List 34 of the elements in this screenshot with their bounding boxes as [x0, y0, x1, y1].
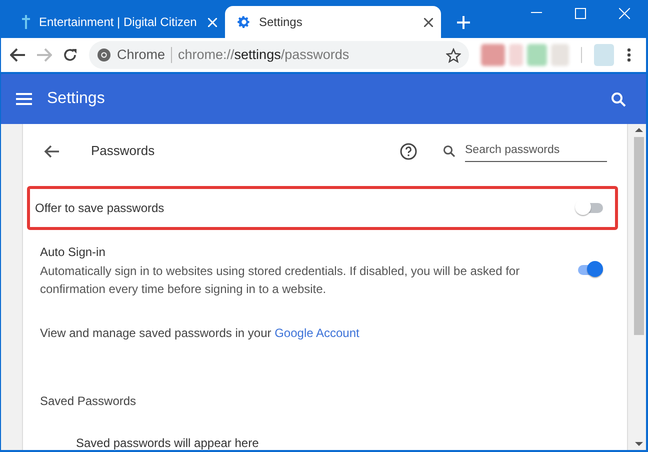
maximize-icon [574, 8, 586, 18]
scroll-down-icon[interactable] [635, 441, 643, 447]
google-account-link[interactable]: Google Account [274, 326, 360, 340]
search-icon [610, 92, 626, 106]
minimize-icon [530, 12, 542, 14]
back-arrow-icon [44, 144, 58, 158]
browser-tab[interactable]: Settings [225, 6, 441, 38]
cross-icon [21, 15, 31, 29]
page-title: Passwords [91, 142, 156, 160]
address-bar[interactable]: Chrome chrome://settings/passwords [89, 41, 469, 69]
gear-icon [237, 15, 251, 29]
setting-description: Automatically sign in to websites using stored credentials. If disabled, you will be asked for confirmation every time before signing in to a website. [40, 263, 521, 298]
close-icon [618, 8, 630, 18]
section-heading: Saved Passwords [40, 394, 136, 408]
setting-label: Auto Sign-in [40, 244, 106, 261]
forward-arrow-icon [36, 48, 52, 62]
settings-title: Settings [47, 89, 106, 109]
chrome-icon [97, 48, 111, 62]
site-label: Chrome [117, 46, 166, 64]
more-dots-icon [627, 48, 631, 62]
scroll-up-icon[interactable] [635, 127, 643, 133]
url-text: chrome://settings/passwords [178, 46, 350, 64]
scrollbar-thumb[interactable] [634, 137, 644, 335]
back-arrow-icon [10, 48, 26, 62]
star-icon[interactable] [446, 48, 461, 62]
reload-icon [63, 48, 77, 62]
close-icon[interactable] [424, 18, 433, 26]
empty-message: Saved passwords will appear here [76, 436, 259, 450]
help-icon[interactable] [400, 142, 417, 160]
menu-icon [16, 93, 32, 105]
browser-tab[interactable]: Entertainment | Digital Citizen [9, 6, 225, 38]
search-icon [443, 145, 455, 157]
setting-label: Offer to save passwords [35, 200, 166, 217]
manage-text: View and manage saved passwords in your Google Account [40, 326, 360, 340]
